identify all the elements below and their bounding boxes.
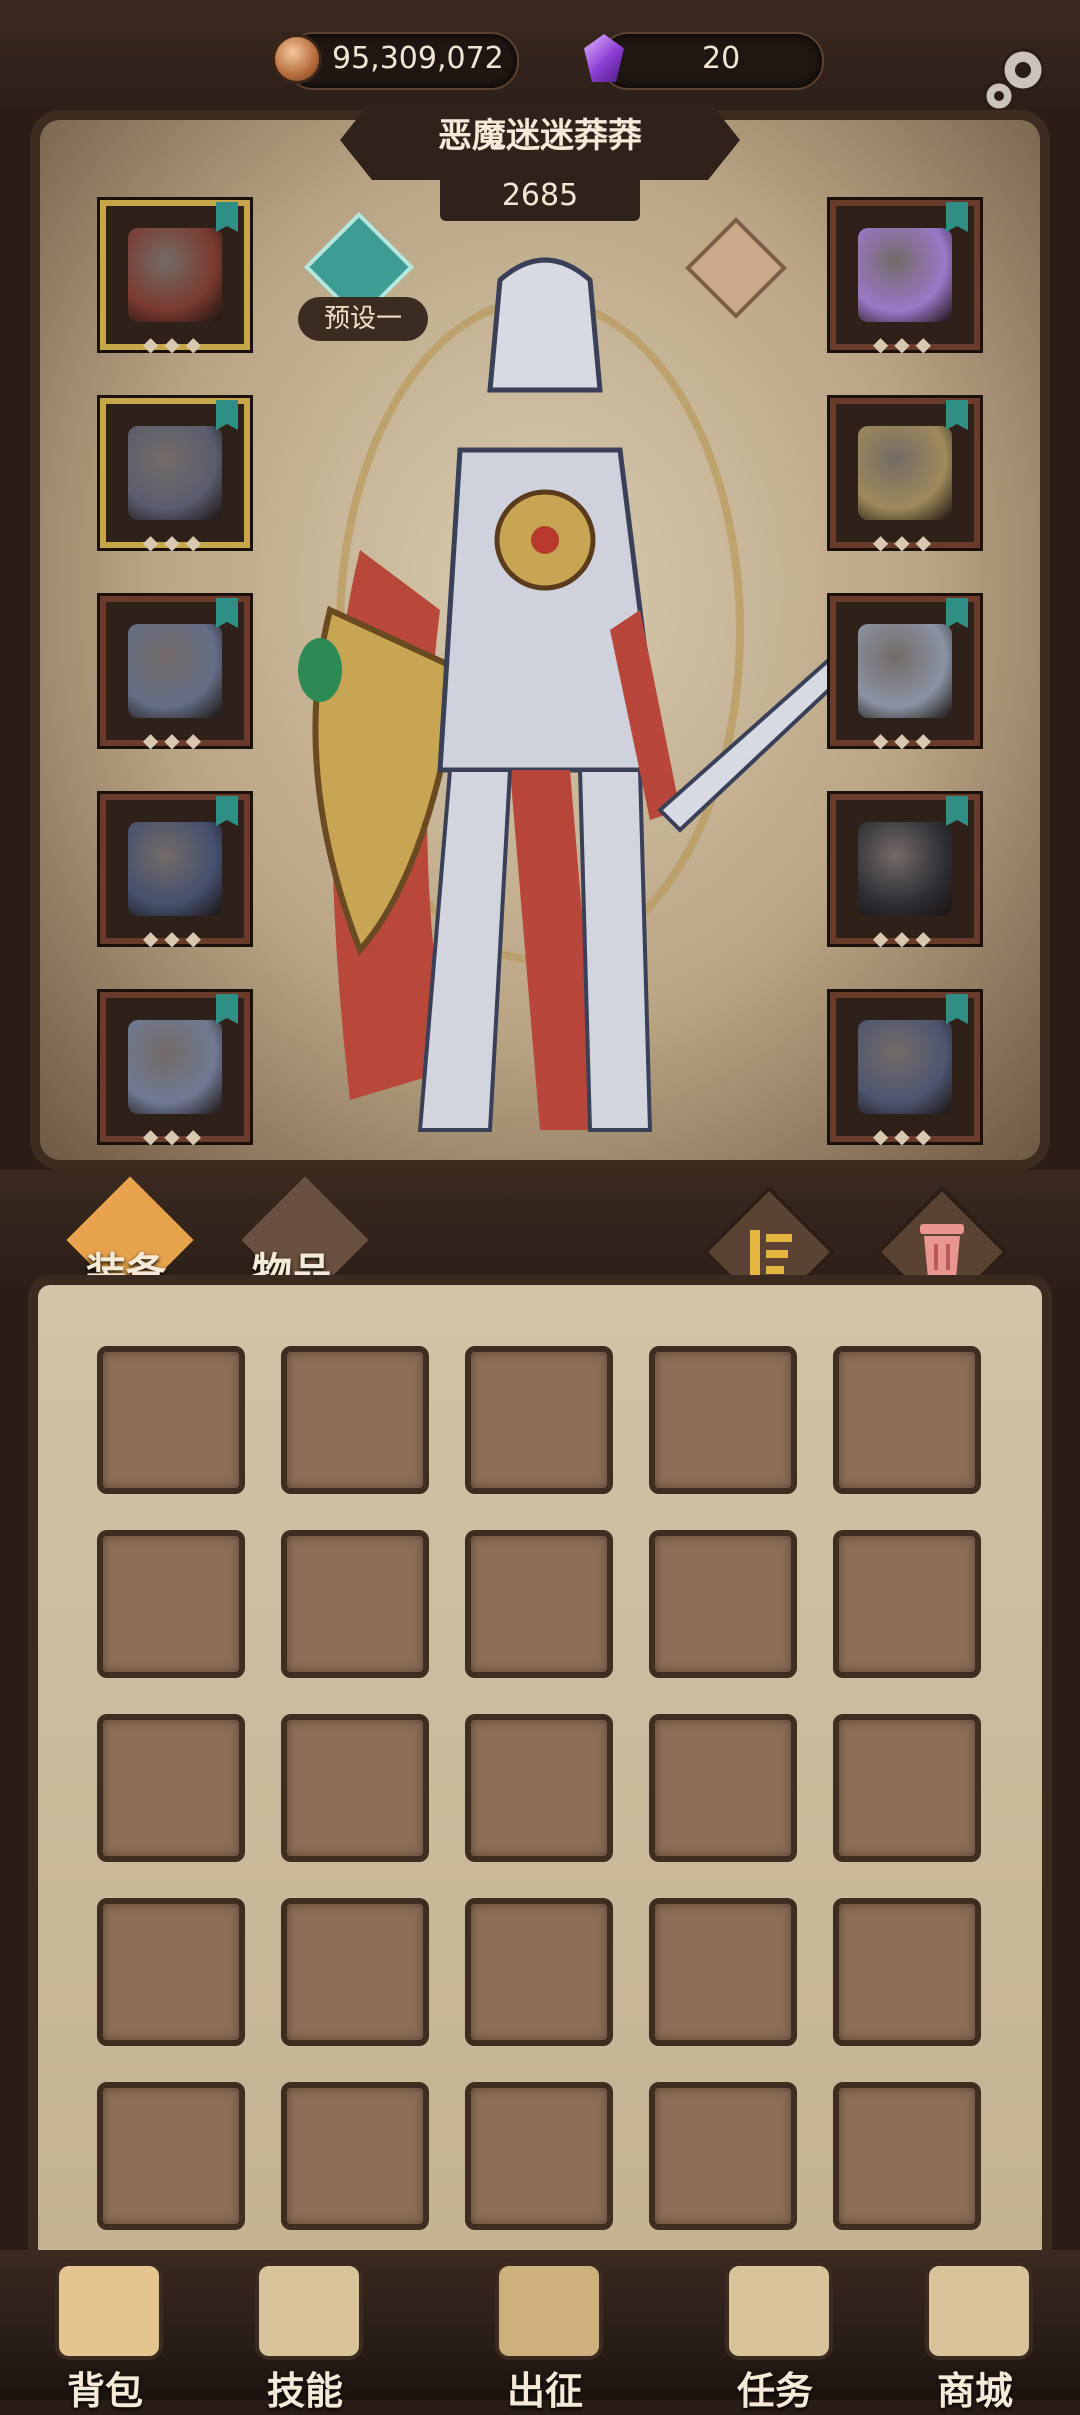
rarity-pips: ◆◆◆ [872, 1124, 938, 1148]
rarity-pips: ◆◆◆ [142, 332, 208, 356]
equip-slot-shield[interactable]: ◆◆◆ [830, 992, 980, 1148]
upgrade-flag-icon [216, 598, 238, 628]
upgrade-flag-icon [946, 796, 968, 826]
inventory-slot[interactable] [97, 1898, 245, 2046]
inventory-slot[interactable] [649, 1530, 797, 1678]
boots-icon [128, 1020, 222, 1114]
settings-gear-icon[interactable] [975, 40, 1055, 120]
inventory-slot[interactable] [649, 1714, 797, 1862]
equip-slot-armor[interactable]: ◆◆◆ [100, 398, 250, 554]
upgrade-flag-icon [216, 202, 238, 232]
upgrade-flag-icon [216, 400, 238, 430]
inventory-slot[interactable] [97, 1346, 245, 1494]
nav-label: 技能 [266, 2369, 343, 2413]
inventory-slot[interactable] [465, 1346, 613, 1494]
equip-slot-pants[interactable]: ◆◆◆ [100, 794, 250, 950]
coin-icon [272, 34, 322, 84]
sort-icon [750, 1230, 792, 1276]
rarity-pips: ◆◆◆ [872, 926, 938, 950]
inventory-slot[interactable] [97, 2082, 245, 2230]
shop-crown-icon [925, 2262, 1033, 2360]
inventory-slot[interactable] [465, 2082, 613, 2230]
equip-slot-helmet[interactable]: ◆◆◆ [100, 200, 250, 356]
rarity-pips: ◆◆◆ [872, 332, 938, 356]
rarity-pips: ◆◆◆ [872, 530, 938, 554]
top-bar [0, 0, 1080, 110]
equip-slot-boots[interactable]: ◆◆◆ [100, 992, 250, 1148]
inventory-slot[interactable] [281, 1714, 429, 1862]
nav-item-expedition-map[interactable]: 出征 [490, 2262, 603, 2415]
nav-label: 背包 [66, 2369, 143, 2413]
pants-icon [128, 822, 222, 916]
nav-item-quest-scroll[interactable]: 任务 [720, 2262, 833, 2415]
hero-name: 恶魔迷迷莽莽 [438, 116, 642, 156]
inventory-slot[interactable] [649, 1346, 797, 1494]
nav-label: 出征 [506, 2369, 583, 2413]
rarity-pips: ◆◆◆ [142, 728, 208, 752]
trash-icon [920, 1224, 964, 1278]
inventory-slot[interactable] [281, 1898, 429, 2046]
inventory-slot[interactable] [833, 1898, 981, 2046]
inventory-slot[interactable] [281, 2082, 429, 2230]
equip-slot-amulet[interactable]: ◆◆◆ [830, 398, 980, 554]
inventory-slot[interactable] [649, 1898, 797, 2046]
amulet-icon [858, 426, 952, 520]
inventory-slot[interactable] [833, 1346, 981, 1494]
rarity-pips: ◆◆◆ [142, 1124, 208, 1148]
inventory-slot[interactable] [649, 2082, 797, 2230]
inventory-slot[interactable] [465, 1530, 613, 1678]
inventory-slot[interactable] [833, 1530, 981, 1678]
upgrade-flag-icon [946, 598, 968, 628]
inventory-slot[interactable] [465, 1714, 613, 1862]
inventory-slot[interactable] [97, 1530, 245, 1678]
equip-slot-weapon[interactable]: ◆◆◆ [830, 794, 980, 950]
gold-amount: 95,309,072 [332, 41, 504, 76]
upgrade-flag-icon [216, 994, 238, 1024]
nav-label: 任务 [736, 2369, 813, 2413]
gem-amount: 20 [702, 41, 741, 76]
upgrade-flag-icon [216, 796, 238, 826]
shield-icon [858, 1020, 952, 1114]
rarity-pips: ◆◆◆ [872, 728, 938, 752]
inventory-slot[interactable] [281, 1530, 429, 1678]
rarity-pips: ◆◆◆ [142, 530, 208, 554]
necklace-icon [858, 228, 952, 322]
skill-scroll-icon [255, 2262, 363, 2360]
upgrade-flag-icon [946, 202, 968, 232]
weapon-icon [858, 822, 952, 916]
upgrade-flag-icon [946, 994, 968, 1024]
gauntlets-icon [128, 624, 222, 718]
inventory-slot[interactable] [465, 1898, 613, 2046]
rarity-pips: ◆◆◆ [142, 926, 208, 950]
equip-slot-gauntlets[interactable]: ◆◆◆ [100, 596, 250, 752]
nav-item-backpack[interactable]: 背包 [50, 2262, 163, 2415]
inventory-slot[interactable] [833, 1714, 981, 1862]
helmet-icon [128, 228, 222, 322]
upgrade-flag-icon [946, 400, 968, 430]
backpack-icon [55, 2262, 163, 2360]
nav-label: 商城 [936, 2369, 1013, 2413]
ring-icon [858, 624, 952, 718]
equip-slot-ring[interactable]: ◆◆◆ [830, 596, 980, 752]
nav-item-shop-crown[interactable]: 商城 [920, 2262, 1033, 2415]
inventory-slot[interactable] [281, 1346, 429, 1494]
armor-icon [128, 426, 222, 520]
inventory-slot[interactable] [97, 1714, 245, 1862]
nav-item-skill-scroll[interactable]: 技能 [250, 2262, 363, 2415]
hero-power: 2685 [501, 178, 579, 213]
expedition-map-icon [495, 2262, 603, 2360]
hero-illustration [298, 257, 853, 1132]
quest-scroll-icon [725, 2262, 833, 2360]
inventory-slot[interactable] [833, 2082, 981, 2230]
equip-slot-necklace[interactable]: ◆◆◆ [830, 200, 980, 356]
